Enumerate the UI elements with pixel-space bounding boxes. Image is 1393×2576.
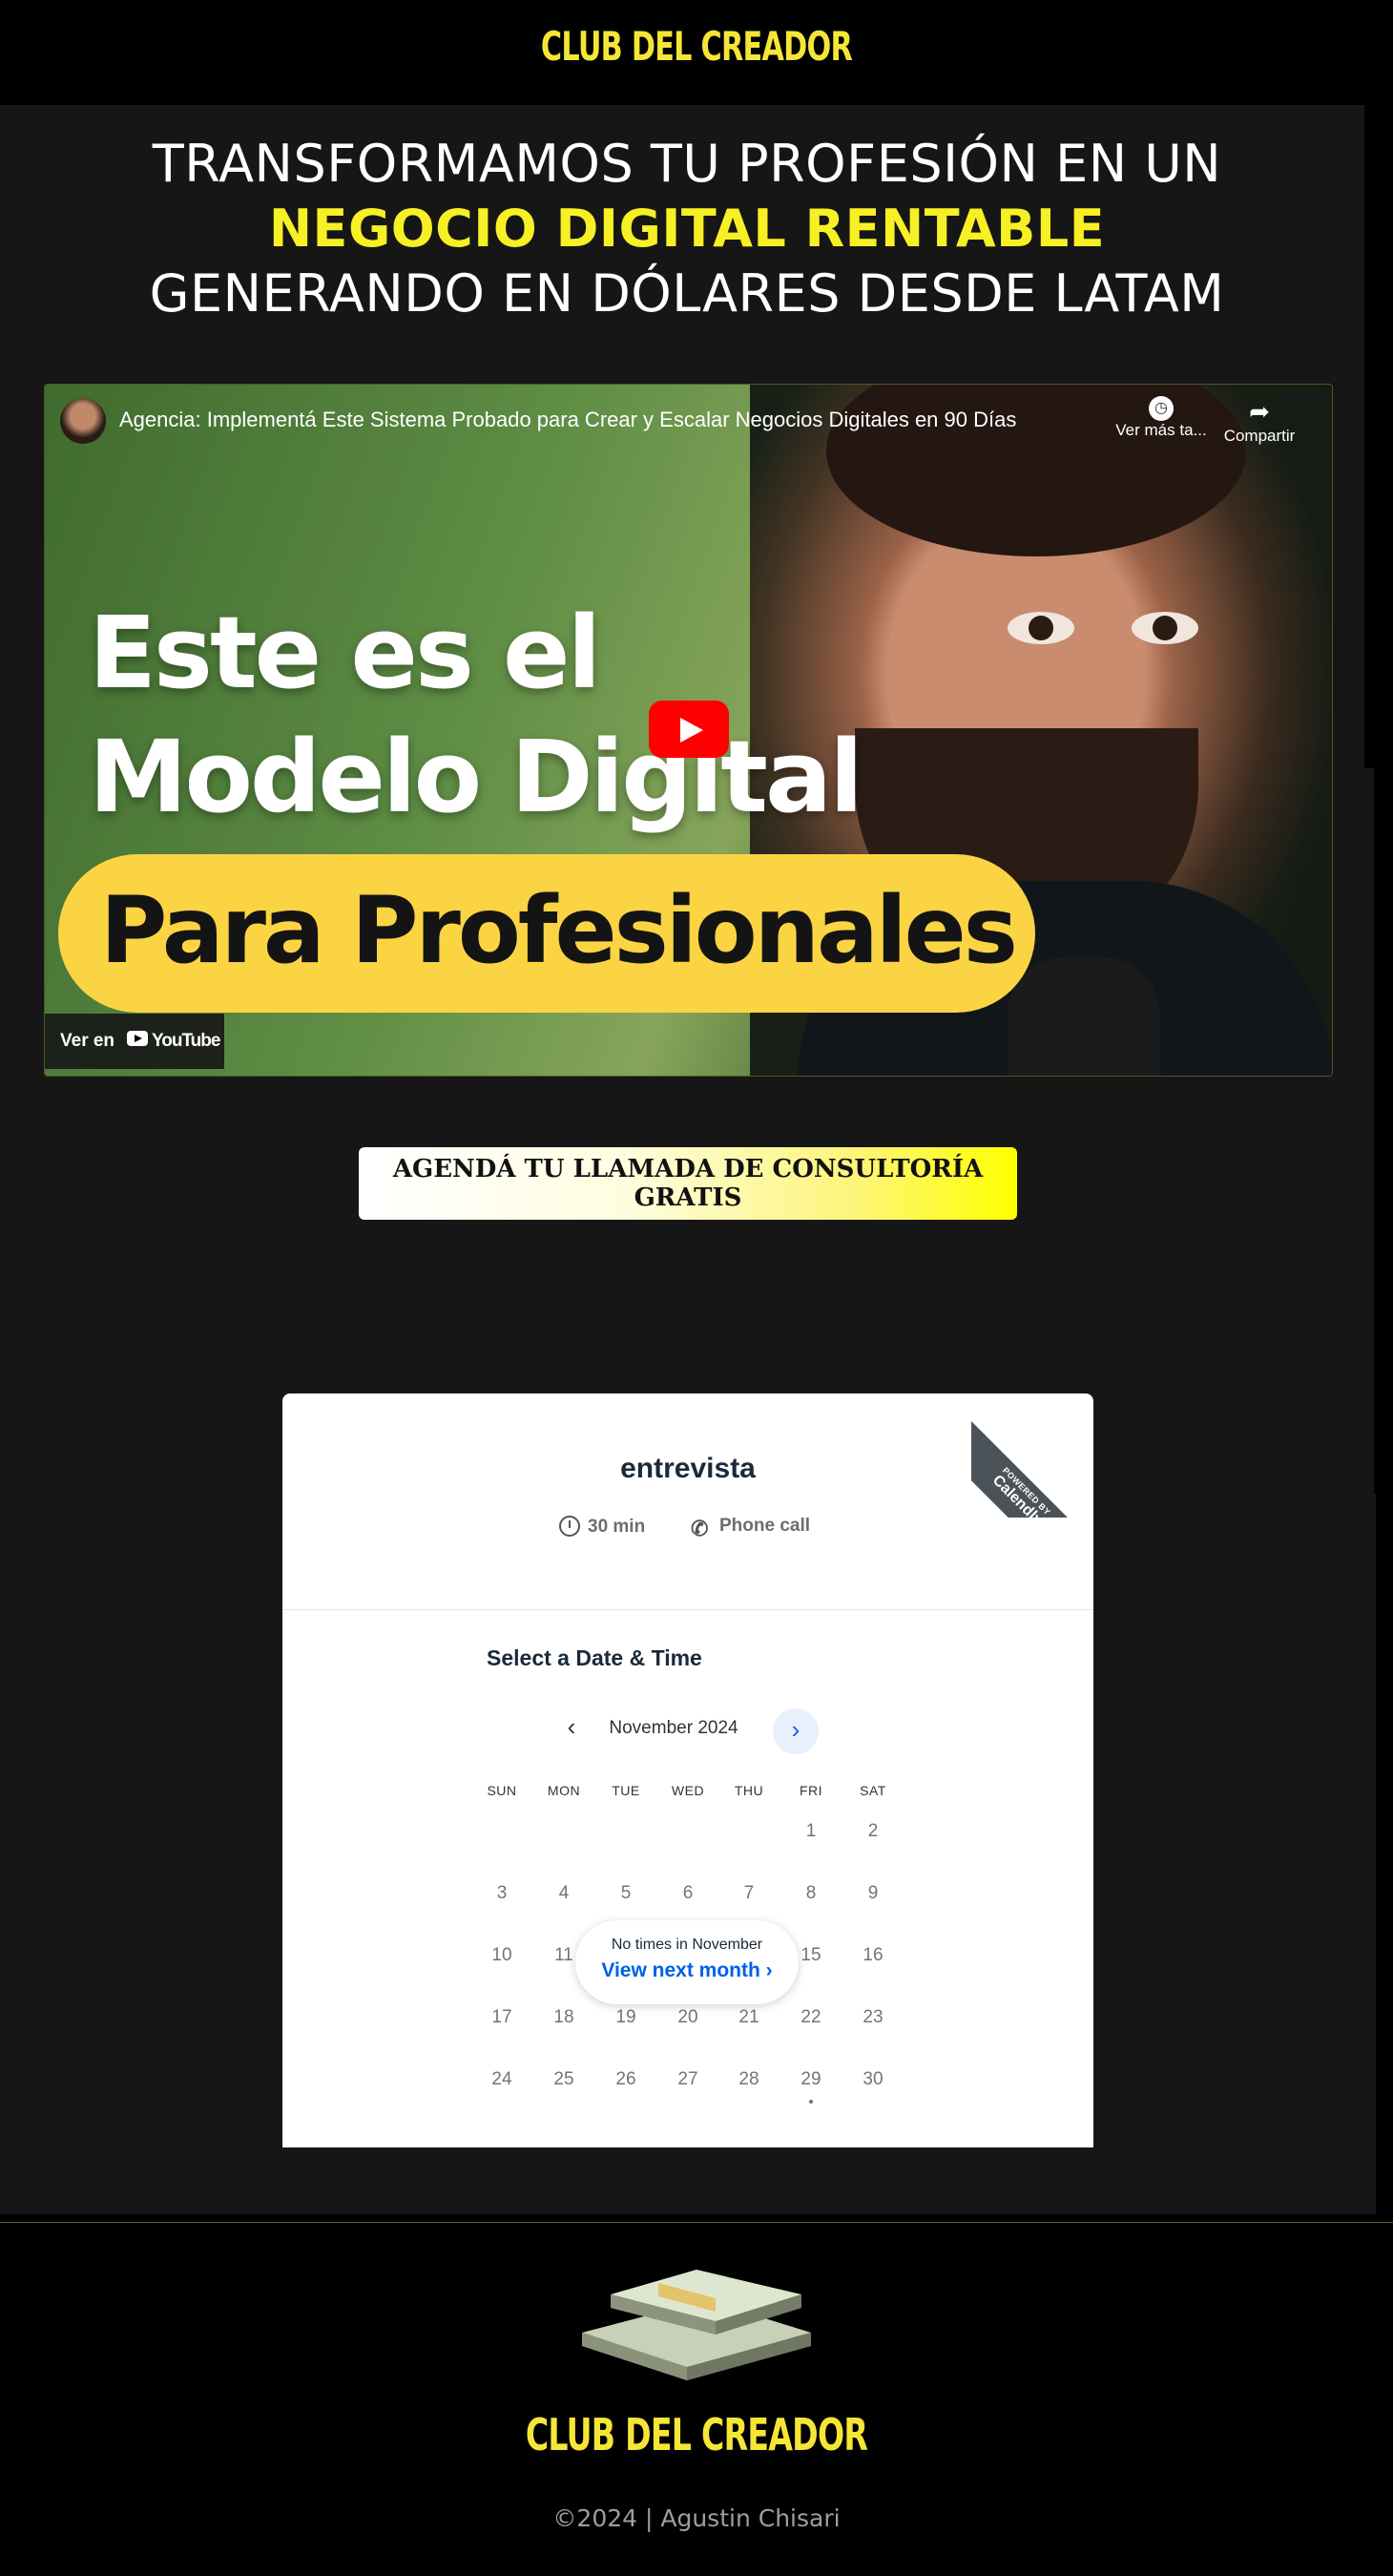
clock-icon: ◷ (1149, 396, 1174, 421)
calendar-day: 7 (743, 1883, 755, 1903)
calendar-day: 2 (867, 1821, 879, 1841)
calendar-day: 6 (682, 1883, 694, 1903)
calendar-day: 9 (867, 1883, 879, 1903)
calendar-day: 16 (863, 1945, 884, 1965)
watch-on-youtube-button[interactable]: Ver en YouTube (45, 1014, 224, 1069)
video-thumbnail-eye (1132, 612, 1198, 644)
weekday-label: WED (671, 1783, 705, 1798)
copyright-text: ©2024 | Agustin Chisari (552, 2504, 841, 2532)
weekday-label: FRI (799, 1783, 823, 1798)
footer-divider (0, 2222, 1393, 2223)
calendar-day: 3 (496, 1883, 508, 1903)
hero-line-1: TRANSFORMAMOS TU PROFESIÓN EN UN (152, 134, 1222, 194)
view-next-month-button[interactable]: View next month › (575, 1959, 799, 1982)
calendar-day: 25 (553, 2069, 574, 2089)
weekday-label: SUN (487, 1783, 517, 1798)
calendar-day: 26 (615, 2069, 636, 2089)
microphone-icon (1008, 957, 1160, 1076)
footer-logo[interactable]: CLUB DEL CREADOR (195, 2409, 1197, 2461)
thumbnail-pill: Para Profesionales (58, 854, 1035, 1013)
watch-on-label: Ver en (60, 1031, 115, 1051)
calendar-day: 19 (615, 2007, 636, 2027)
calendar-day: 24 (491, 2069, 512, 2089)
play-button[interactable] (649, 701, 729, 758)
calendar-day: 10 (491, 1945, 512, 1965)
calendar-day: 5 (620, 1883, 632, 1903)
channel-avatar[interactable] (60, 398, 106, 444)
weekday-label: TUE (612, 1783, 640, 1798)
share-label: Compartir (1223, 427, 1296, 445)
ribbon-band: POWERED BY Calendly (971, 1416, 1102, 1518)
event-location: ✆ Phone call (691, 1516, 811, 1540)
thumbnail-pill-text: Para Profesionales (100, 877, 1018, 984)
event-duration: 30 min (559, 1516, 645, 1538)
ribbon-brand-text: Calendly (988, 1472, 1046, 1518)
video-title[interactable]: Agencia: Implementá Este Sistema Probado… (119, 408, 1016, 432)
hero-line-2-highlight: NEGOCIO DIGITAL RENTABLE (268, 199, 1106, 259)
calendar-day: 27 (677, 2069, 698, 2089)
youtube-wordmark: YouTube (152, 1031, 220, 1051)
thumbnail-text-line-2: Modelo Digital (89, 719, 863, 835)
calendar-day: 22 (800, 2007, 821, 2027)
no-times-notice: No times in November View next month › (575, 1920, 799, 2004)
weekday-label: SAT (860, 1783, 886, 1798)
next-month-button[interactable]: › (773, 1708, 819, 1754)
calendar-day: 23 (863, 2007, 884, 2027)
calendar-day: 21 (738, 2007, 759, 2027)
calendar-day: 17 (491, 2007, 512, 2027)
youtube-icon (127, 1031, 148, 1046)
calendar-day: 18 (553, 2007, 574, 2027)
calendar-day: 20 (677, 2007, 698, 2027)
share-icon: ➦ (1249, 397, 1270, 426)
hero-headline: TRANSFORMAMOS TU PROFESIÓN EN UN NEGOCIO… (0, 132, 1374, 326)
divider (282, 1609, 1093, 1610)
calendar-day: 29 (800, 2069, 821, 2089)
calendar-day: 4 (558, 1883, 570, 1903)
view-next-month-label: View next month (601, 1959, 760, 1981)
hero-line-3: GENERANDO EN DÓLARES DESDE LATAM (149, 263, 1225, 324)
duration-label: 30 min (588, 1517, 646, 1537)
watch-later-label: Ver más ta... (1115, 421, 1207, 439)
book-call-button[interactable]: AGENDÁ TU LLAMADA DE CONSULTORÍA GRATIS (359, 1147, 1017, 1220)
share-button[interactable]: ➦ Compartir (1207, 396, 1312, 446)
calendar-day: 28 (738, 2069, 759, 2089)
watch-later-button[interactable]: ◷ Ver más ta... (1109, 396, 1214, 440)
powered-by-calendly-ribbon[interactable]: POWERED BY Calendly (971, 1384, 1105, 1518)
month-label: November 2024 (609, 1718, 738, 1738)
location-label: Phone call (719, 1516, 811, 1536)
no-times-text: No times in November (611, 1937, 763, 1953)
calendar-day: 8 (805, 1883, 817, 1903)
calendar-day: 30 (863, 2069, 884, 2089)
today-indicator (809, 2100, 813, 2104)
clock-icon (559, 1516, 580, 1537)
brand-logo[interactable]: CLUB DEL CREADOR (195, 23, 1197, 70)
thumbnail-text-line-1: Este es el (89, 595, 601, 711)
calendar-day: 1 (805, 1821, 817, 1841)
weekday-label: THU (734, 1783, 764, 1798)
phone-icon: ✆ (691, 1517, 709, 1540)
select-date-title: Select a Date & Time (487, 1645, 702, 1670)
video-thumbnail-eye (1008, 612, 1074, 644)
weekday-label: MON (547, 1783, 581, 1798)
money-stack-image (582, 2270, 811, 2380)
previous-month-button[interactable]: ‹ (555, 1712, 588, 1745)
youtube-video-embed[interactable]: Agencia: Implementá Este Sistema Probado… (44, 384, 1333, 1077)
